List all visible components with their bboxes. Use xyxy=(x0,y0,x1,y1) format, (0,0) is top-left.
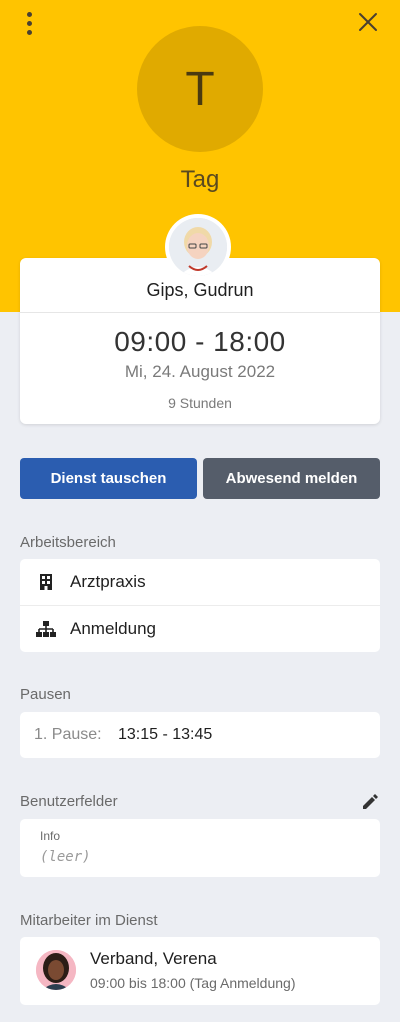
swap-shift-button[interactable]: Dienst tauschen xyxy=(20,458,197,499)
work-area-department-row: Anmeldung xyxy=(20,606,380,652)
more-options-icon[interactable] xyxy=(18,8,40,38)
org-chart-icon xyxy=(36,619,56,639)
work-area-location-row: Arztpraxis xyxy=(20,559,380,605)
coworker-name: Verband, Verena xyxy=(90,949,217,968)
shift-name: Tag xyxy=(180,166,220,193)
shift-initial-badge: T xyxy=(137,26,263,152)
coworker-item[interactable]: Verband, Verena 09:00 bis 18:00 (Tag Anm… xyxy=(20,937,380,1005)
work-area-label: Arbeitsbereich xyxy=(20,534,116,551)
shift-date: Mi, 24. August 2022 xyxy=(124,362,276,381)
coworker-avatar xyxy=(36,950,76,990)
coworkers-label: Mitarbeiter im Dienst xyxy=(20,912,158,929)
divider xyxy=(20,312,380,313)
employee-avatar xyxy=(165,214,231,280)
custom-fields-label: Benutzerfelder xyxy=(20,793,118,810)
building-icon xyxy=(36,572,56,592)
custom-field-value: (leer) xyxy=(40,849,91,865)
shift-details-card: Gips, Gudrun 09:00 - 18:00 Mi, 24. Augus… xyxy=(20,258,380,424)
work-area-department: Anmeldung xyxy=(70,619,157,638)
breaks-label: Pausen xyxy=(20,686,71,703)
shift-time-range: 09:00 - 18:00 xyxy=(114,326,286,357)
work-area-location: Arztpraxis xyxy=(70,572,146,591)
custom-field-info[interactable]: Info (leer) xyxy=(20,819,380,877)
custom-field-label: Info xyxy=(40,829,61,843)
work-area-panel: Arztpraxis Anmeldung xyxy=(20,559,380,652)
shift-duration: 9 Stunden xyxy=(168,395,232,411)
report-absence-button[interactable]: Abwesend melden xyxy=(203,458,380,499)
close-icon[interactable] xyxy=(356,10,380,34)
break-time: 13:15 - 13:45 xyxy=(118,726,213,743)
breaks-panel: 1. Pause: 13:15 - 13:45 xyxy=(20,712,380,758)
pencil-icon[interactable] xyxy=(360,792,380,812)
employee-name: Gips, Gudrun xyxy=(146,280,254,300)
coworker-shift: 09:00 bis 18:00 (Tag Anmeldung) xyxy=(90,975,296,991)
break-label: 1. Pause: xyxy=(34,726,102,743)
